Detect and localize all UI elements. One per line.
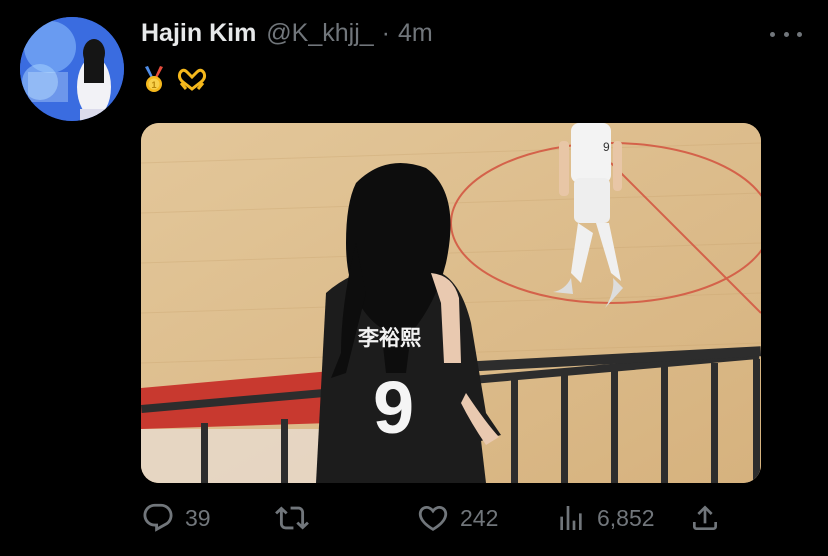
medal-icon: 1 [145, 66, 163, 92]
avatar-image [20, 17, 124, 121]
heart-hands-icon [177, 68, 207, 91]
share-icon [693, 505, 717, 530]
svg-text:1: 1 [151, 80, 156, 90]
tweet-header: Hajin Kim @K_khjj_ · 4m [141, 19, 433, 51]
jersey-name: 李裕熙 [357, 326, 421, 350]
author-handle[interactable]: @K_khjj_ [266, 19, 373, 48]
heart-icon [418, 505, 448, 531]
views-button[interactable]: 6,852 [555, 500, 655, 536]
retweet-button[interactable] [274, 500, 320, 536]
timestamp[interactable]: 4m [398, 19, 433, 48]
views-icon [560, 506, 582, 530]
tweet-actions: 39 242 6,852 [141, 500, 741, 536]
basketball-court-photo: 9 李裕熙 9 [141, 123, 761, 483]
reply-icon [143, 503, 173, 532]
separator-dot: · [381, 19, 390, 47]
author-name[interactable]: Hajin Kim [141, 19, 256, 48]
views-count: 6,852 [597, 504, 655, 531]
tweet-text: 1 [141, 63, 207, 95]
share-button[interactable] [689, 500, 721, 536]
retweet-icon [275, 506, 309, 530]
svg-text:9: 9 [603, 140, 610, 154]
jersey-number: 9 [373, 366, 414, 449]
more-icon[interactable] [770, 22, 802, 46]
tweet-media[interactable]: 9 李裕熙 9 [141, 123, 761, 483]
like-count: 242 [460, 504, 499, 531]
author-avatar[interactable] [20, 17, 124, 121]
reply-count: 39 [185, 504, 211, 531]
like-button[interactable]: 242 [416, 500, 498, 536]
reply-button[interactable]: 39 [141, 500, 211, 536]
